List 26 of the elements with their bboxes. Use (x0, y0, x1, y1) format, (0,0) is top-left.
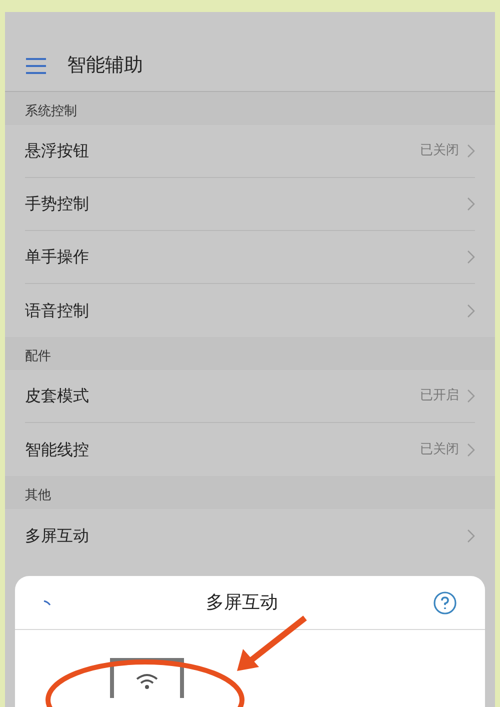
spinner-icon (43, 600, 51, 606)
status-value: 已开启 (420, 387, 459, 406)
help-icon[interactable] (433, 590, 457, 614)
chevron-right-icon (467, 528, 475, 542)
settings-row[interactable]: 语音控制 (25, 284, 475, 337)
chevron-right-icon (467, 389, 475, 403)
status-value: 已关闭 (420, 440, 459, 459)
settings-row[interactable]: 皮套模式 已开启 (25, 370, 475, 423)
settings-row[interactable]: 悬浮按钮 已关闭 (25, 125, 475, 178)
wireless-display-icon[interactable] (110, 658, 184, 698)
settings-row[interactable]: 手势控制 (25, 178, 475, 231)
sheet-title: 多屏互动 (206, 591, 278, 615)
section-header: 系统控制 (25, 102, 77, 120)
chevron-right-icon (467, 197, 475, 211)
chevron-right-icon (467, 144, 475, 158)
settings-row[interactable]: 单手操作 (25, 231, 475, 284)
settings-row[interactable]: 多屏互动 (25, 509, 475, 562)
section-header: 其他 (25, 486, 51, 504)
section-header: 配件 (25, 348, 51, 366)
settings-row[interactable]: 智能线控 已关闭 (25, 423, 475, 476)
page-title: 智能辅助 (67, 53, 143, 78)
menu-icon[interactable] (25, 56, 47, 74)
chevron-right-icon (467, 250, 475, 264)
chevron-right-icon (467, 304, 475, 318)
chevron-right-icon (467, 442, 475, 456)
status-value: 已关闭 (420, 142, 459, 160)
